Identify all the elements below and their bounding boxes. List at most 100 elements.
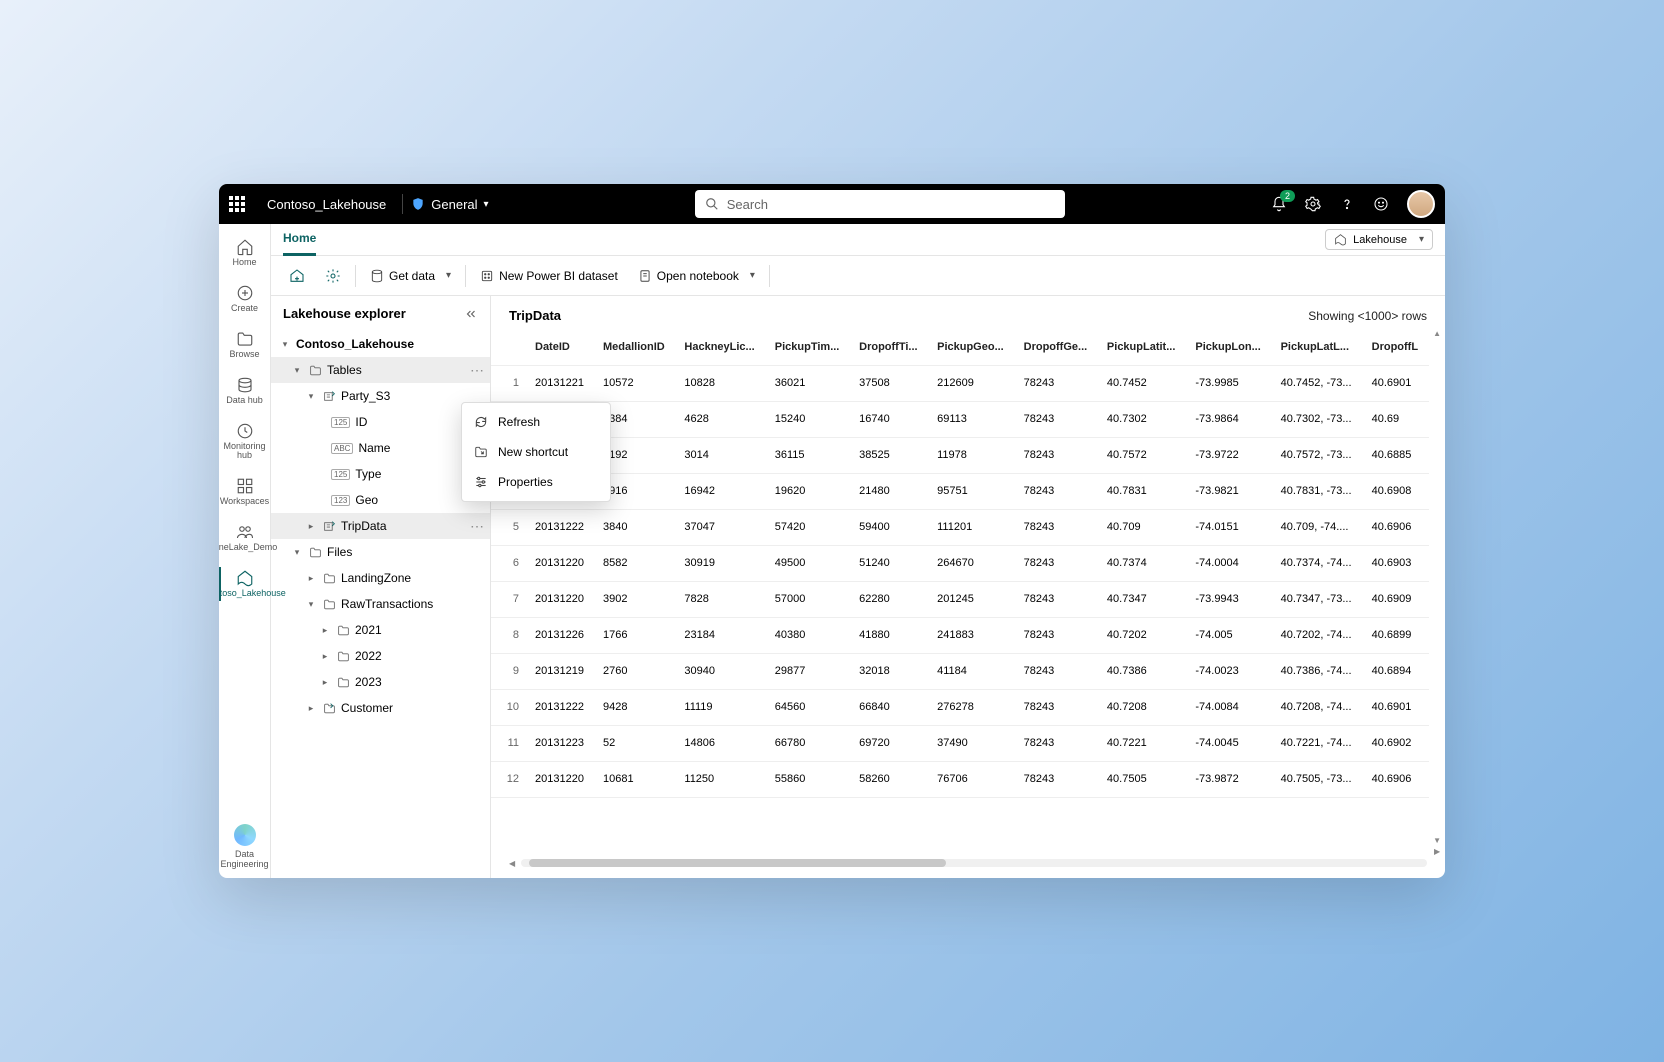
table-row[interactable]: 112013122352148066678069720374907824340.… <box>491 725 1429 761</box>
rail-home[interactable]: Home <box>219 230 270 276</box>
search-input[interactable]: Search <box>695 190 1065 218</box>
app-launcher-icon[interactable] <box>229 196 257 212</box>
new-dataset-button[interactable]: New Power BI dataset <box>474 265 624 287</box>
tree-folder-year[interactable]: ▸2021 <box>271 617 490 643</box>
cell: 40.6906 <box>1364 509 1429 545</box>
row-index: 1 <box>491 365 527 401</box>
cell: 40.7302, -73... <box>1273 401 1364 437</box>
context-refresh[interactable]: Refresh <box>462 407 610 437</box>
properties-icon <box>474 475 488 489</box>
rail-label: Home <box>232 258 256 268</box>
table-row[interactable]: 1020131222942811119645606684027627878243… <box>491 689 1429 725</box>
table-row[interactable]: 219230143611538525119787824340.7572-73.9… <box>491 437 1429 473</box>
more-button[interactable]: ⋯ <box>470 518 484 535</box>
data-grid[interactable]: DateIDMedallionIDHackneyLic...PickupTim.… <box>491 329 1429 856</box>
settings-button[interactable] <box>1305 196 1321 212</box>
rail-create[interactable]: Create <box>219 276 270 322</box>
datatype-badge: 123 <box>331 495 350 506</box>
open-notebook-button[interactable]: Open notebook ▾ <box>632 265 761 287</box>
collapse-explorer-button[interactable] <box>464 307 478 321</box>
tree-folder-customer[interactable]: ▸ Customer <box>271 695 490 721</box>
rail-contoso-lakehouse[interactable]: Contoso_Lakehouse <box>219 561 270 607</box>
cell: 49500 <box>767 545 851 581</box>
cell: 40.6901 <box>1364 689 1429 725</box>
table-row[interactable]: 7201312203902782857000622802012457824340… <box>491 581 1429 617</box>
scroll-down-icon: ▼ <box>1433 836 1441 845</box>
tree-folder-raw[interactable]: ▾ RawTransactions <box>271 591 490 617</box>
table-row[interactable]: 5201312223840370475742059400111201782434… <box>491 509 1429 545</box>
feedback-button[interactable] <box>1373 196 1389 212</box>
chevron-right-icon: ▸ <box>319 625 331 636</box>
notifications-button[interactable]: 2 <box>1271 196 1287 212</box>
cell: -73.9943 <box>1187 581 1272 617</box>
table-row[interactable]: 8201312261766231844038041880241883782434… <box>491 617 1429 653</box>
scroll-left-icon: ◀ <box>509 859 515 868</box>
tree-root[interactable]: ▾ Contoso_Lakehouse <box>271 331 490 357</box>
tree-folder-landing[interactable]: ▸ LandingZone <box>271 565 490 591</box>
hscroll[interactable]: ◀ <box>491 856 1445 870</box>
divider <box>769 265 770 287</box>
tree-tables[interactable]: ▾ Tables ⋯ <box>271 357 490 383</box>
tree-column[interactable]: ABCName <box>271 435 490 461</box>
get-data-button[interactable]: Get data ▾ <box>364 265 457 287</box>
lakehouse-mode-dropdown[interactable]: Lakehouse ▾ <box>1325 229 1433 250</box>
column-header[interactable]: DropoffGe... <box>1016 329 1099 365</box>
rail-data-hub[interactable]: Data hub <box>219 368 270 414</box>
cell: 23184 <box>676 617 766 653</box>
table-row[interactable]: 6201312208582309194950051240264670782434… <box>491 545 1429 581</box>
scroll-right-icon: ▶ <box>1434 847 1440 856</box>
cell: 52 <box>595 725 676 761</box>
cell: 14806 <box>676 725 766 761</box>
vscroll-affordance[interactable]: ▲ ▼ ▶ <box>1429 329 1445 856</box>
folder-icon <box>308 364 322 377</box>
tab-home[interactable]: Home <box>283 224 316 256</box>
column-header[interactable]: HackneyLic... <box>676 329 766 365</box>
settings-action-button[interactable] <box>319 264 347 288</box>
context-new-shortcut[interactable]: New shortcut <box>462 437 610 467</box>
lakehouse-action-button[interactable] <box>283 264 311 288</box>
context-properties[interactable]: Properties <box>462 467 610 497</box>
rail-workspaces[interactable]: Workspaces <box>219 469 270 515</box>
tree-column[interactable]: 125ID <box>271 409 490 435</box>
open-notebook-label: Open notebook <box>657 269 739 283</box>
cell: 16740 <box>851 401 929 437</box>
column-header[interactable]: DateID <box>527 329 595 365</box>
table-row[interactable]: 1220131220106811125055860582607670678243… <box>491 761 1429 797</box>
table-row[interactable]: 2916169421962021480957517824340.7831-73.… <box>491 473 1429 509</box>
tree-column[interactable]: 125Type <box>271 461 490 487</box>
chevron-right-icon: ▸ <box>319 677 331 688</box>
table-row[interactable]: 9201312192760309402987732018411847824340… <box>491 653 1429 689</box>
rail-monitoring-hub[interactable]: Monitoring hub <box>219 414 270 470</box>
tree-column[interactable]: 123Geo <box>271 487 490 513</box>
tree-files[interactable]: ▾ Files <box>271 539 490 565</box>
smiley-icon <box>1373 196 1389 212</box>
landing-label: LandingZone <box>341 571 411 585</box>
cell: 3902 <box>595 581 676 617</box>
cell: 40.6899 <box>1364 617 1429 653</box>
rail-persona[interactable]: Data Engineering <box>219 816 270 878</box>
help-icon <box>1339 196 1355 212</box>
rail-browse[interactable]: Browse <box>219 322 270 368</box>
column-header[interactable]: PickupLatL... <box>1273 329 1364 365</box>
more-button[interactable]: ⋯ <box>470 362 484 379</box>
column-header[interactable]: DropoffTi... <box>851 329 929 365</box>
column-header[interactable]: PickupLatit... <box>1099 329 1187 365</box>
help-button[interactable] <box>1339 196 1355 212</box>
cell: 51240 <box>851 545 929 581</box>
column-header[interactable]: DropoffL <box>1364 329 1429 365</box>
hscroll-thumb[interactable] <box>529 859 946 867</box>
sensitivity-dropdown[interactable]: General ▾ <box>411 197 488 212</box>
tree-folder-year[interactable]: ▸2023 <box>271 669 490 695</box>
column-header[interactable]: MedallionID <box>595 329 676 365</box>
table-row[interactable]: 538446281524016740691137824340.7302-73.9… <box>491 401 1429 437</box>
avatar[interactable] <box>1407 190 1435 218</box>
rail-onelake-demo[interactable]: OneLake_Demo <box>219 515 270 561</box>
column-header[interactable]: PickupTim... <box>767 329 851 365</box>
tree-folder-year[interactable]: ▸2022 <box>271 643 490 669</box>
column-header[interactable]: PickupGeo... <box>929 329 1016 365</box>
column-header[interactable]: PickupLon... <box>1187 329 1272 365</box>
table-row[interactable]: 1201312211057210828360213750821260978243… <box>491 365 1429 401</box>
tree-table-tripdata[interactable]: ▸ TripData ⋯ <box>271 513 490 539</box>
cell: 58260 <box>851 761 929 797</box>
tree-table-party[interactable]: ▾ Party_S3 <box>271 383 490 409</box>
